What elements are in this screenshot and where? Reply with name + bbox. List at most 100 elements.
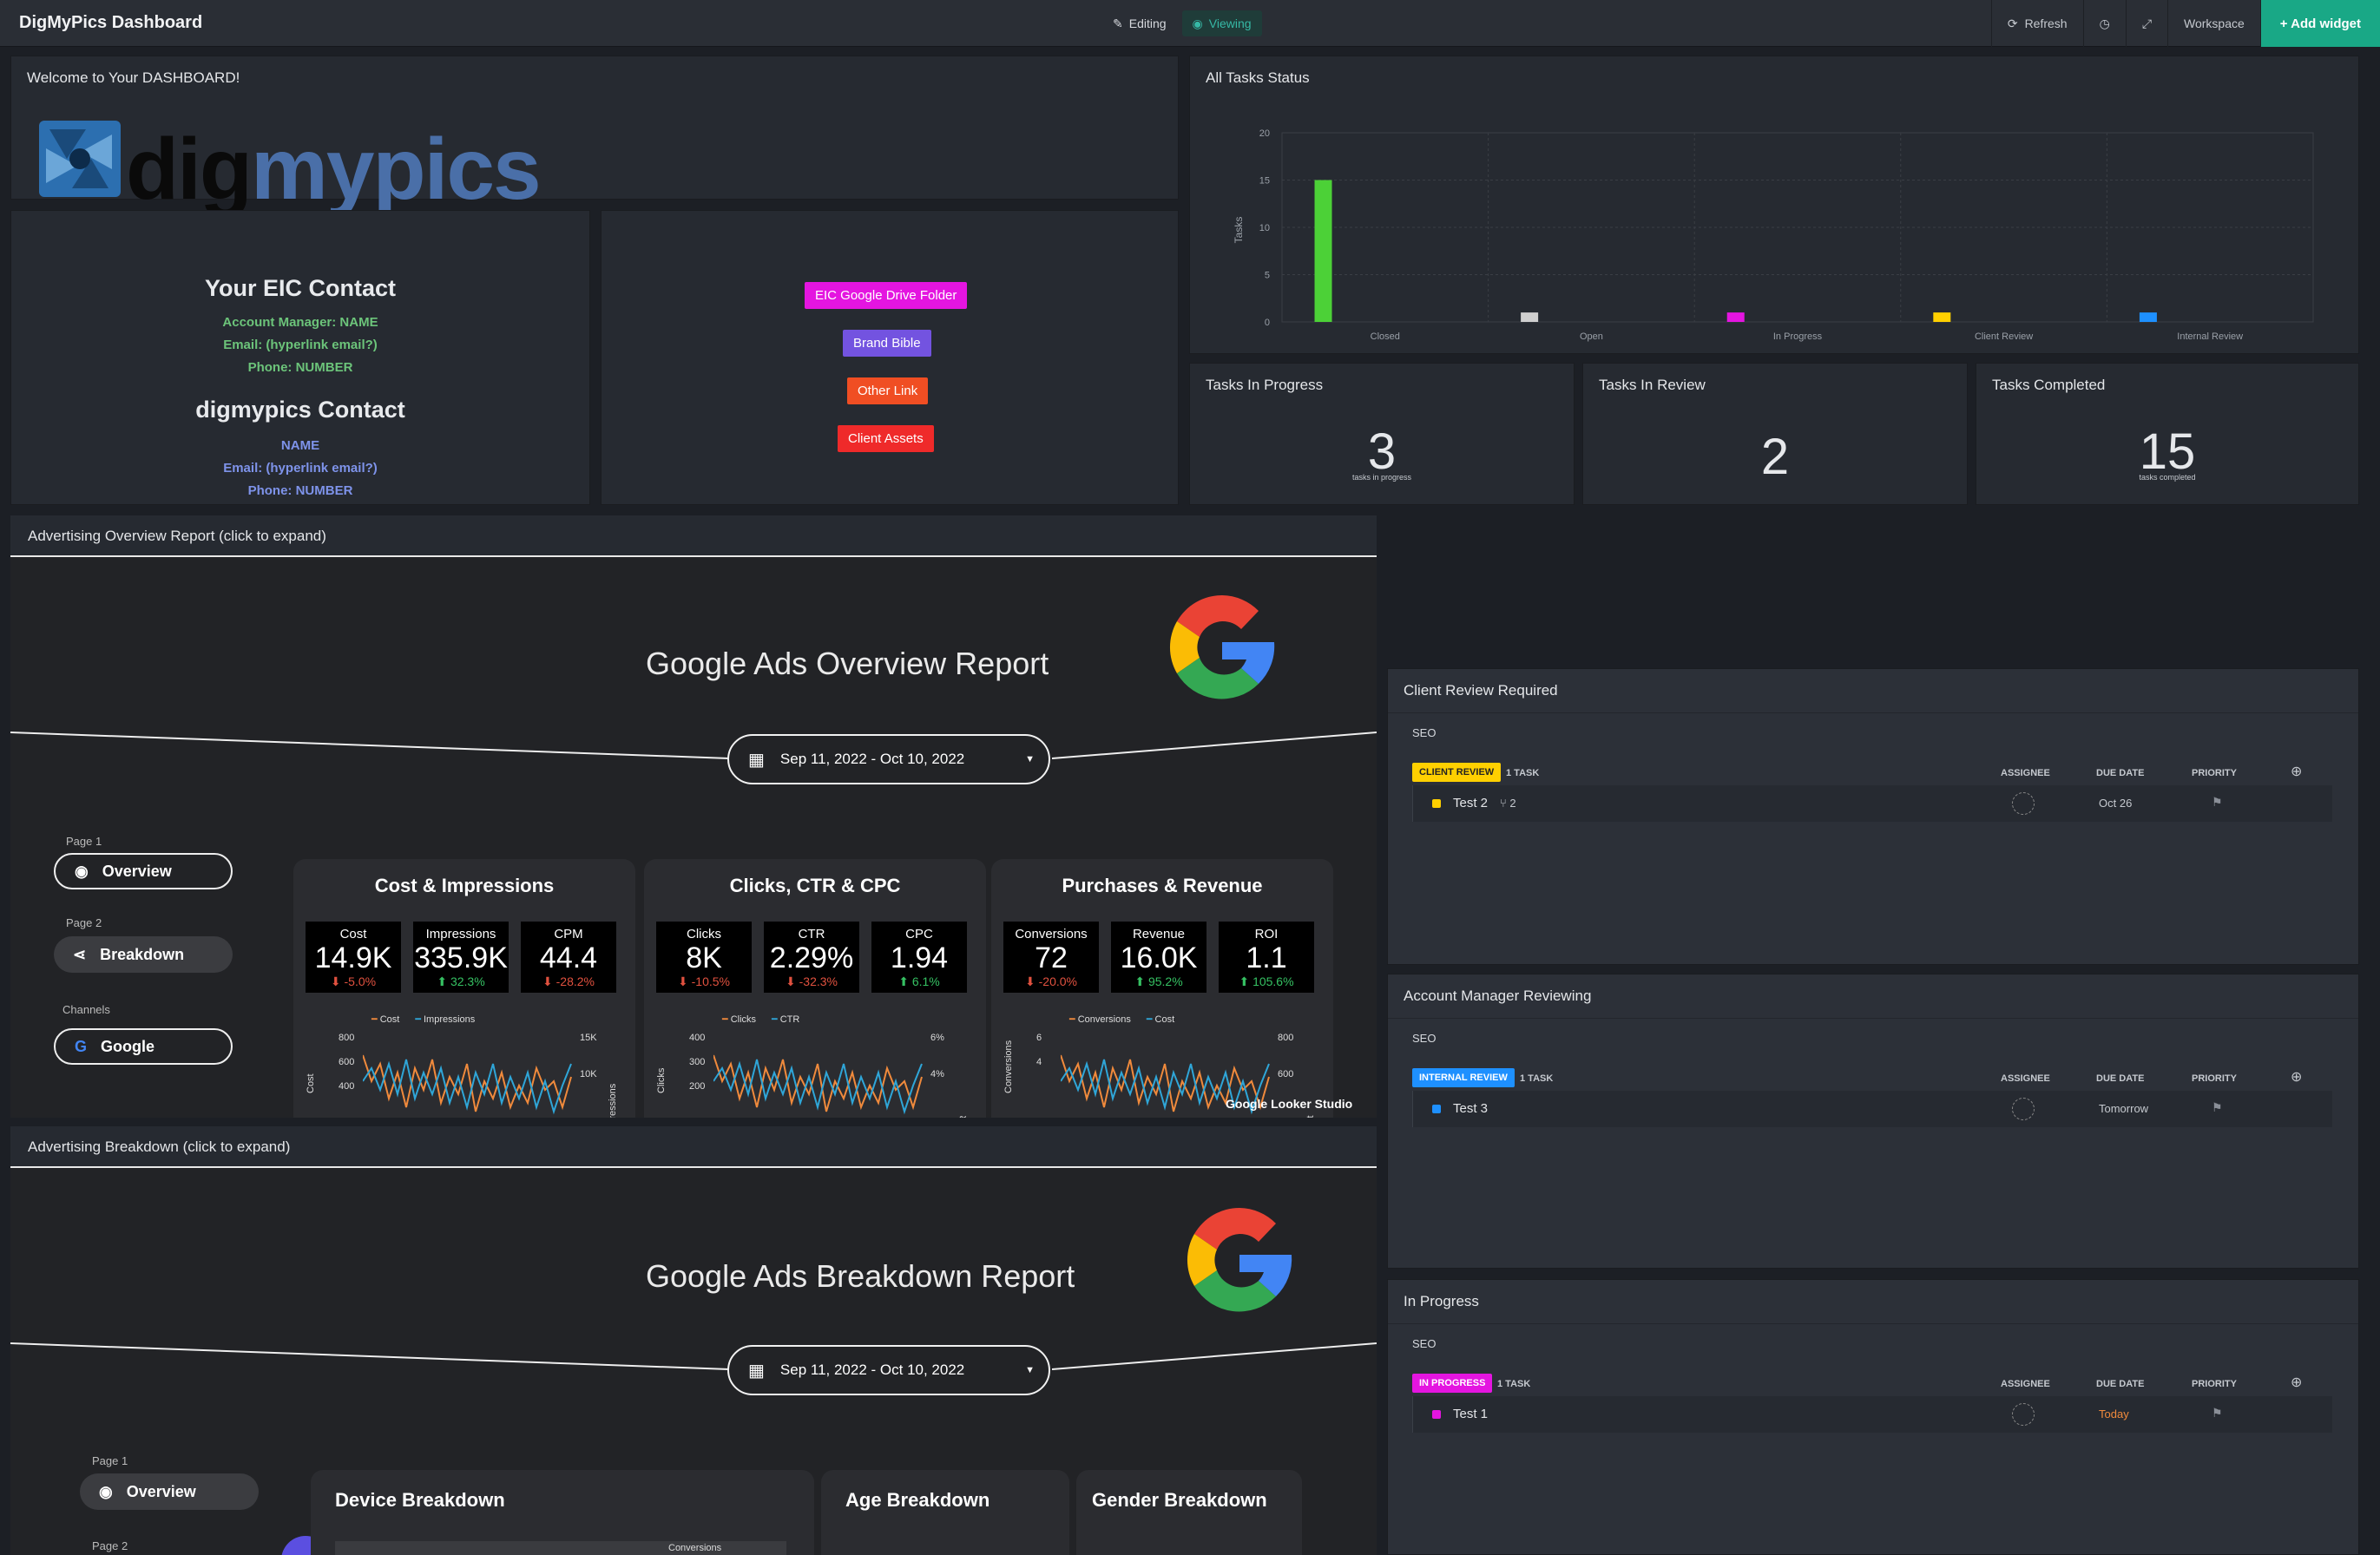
add-column-icon[interactable]: ⊕ bbox=[2291, 763, 2302, 780]
legend-label: Conversions bbox=[1077, 1014, 1131, 1025]
subtasks-indicator[interactable]: ⑂ 2 bbox=[1500, 797, 1516, 810]
status-badge[interactable]: IN PROGRESS bbox=[1412, 1374, 1493, 1393]
task-row[interactable]: Test 2 ⑂ 2 Oct 26 ⚑ bbox=[1412, 785, 2332, 822]
kpi-label: Clicks bbox=[687, 927, 721, 942]
other-link[interactable]: Other Link bbox=[847, 377, 929, 404]
arrow-up-icon: ⬆ bbox=[898, 974, 909, 988]
nav-overview-button[interactable]: ◉ Overview bbox=[80, 1473, 259, 1510]
device-table-header: Conversions bbox=[335, 1541, 786, 1555]
kpi-delta: ⬇ -10.5% bbox=[656, 974, 752, 989]
assignee-avatar-icon[interactable] bbox=[2012, 1403, 2035, 1426]
stat-title: Tasks In Review bbox=[1599, 377, 1706, 393]
due-date[interactable]: Oct 26 bbox=[2099, 797, 2132, 810]
eic-phone: Phone: NUMBER bbox=[247, 360, 353, 375]
kpi-value: 72 bbox=[1035, 942, 1068, 974]
nav-overview-label: Overview bbox=[102, 862, 172, 880]
task-name[interactable]: Test 2 bbox=[1453, 796, 1488, 810]
workspace-button[interactable]: Workspace bbox=[2167, 0, 2260, 47]
tasks-status-panel: All Tasks Status 0 5 10 15 20 Tasks Closed Open… bbox=[1189, 56, 2359, 354]
kpi-delta: ⬇ -32.3% bbox=[764, 974, 859, 989]
kpi-value: 44.4 bbox=[539, 942, 598, 974]
channel-google-button[interactable]: G Google bbox=[54, 1028, 233, 1065]
priority-flag-icon[interactable]: ⚑ bbox=[2212, 795, 2223, 810]
purchases-revenue-card: Purchases & Revenue Conversions 72 ⬇ -20.0%… bbox=[991, 859, 1333, 1118]
client-assets-link[interactable]: Client Assets bbox=[838, 425, 934, 452]
y-tick-label: 200 bbox=[689, 1081, 706, 1092]
add-widget-button[interactable]: + Add widget bbox=[2259, 0, 2380, 47]
eic-email-link[interactable]: Email: (hyperlink email?) bbox=[11, 334, 589, 357]
share-icon: ⋖ bbox=[73, 945, 87, 963]
clock-icon: ◷ bbox=[2099, 16, 2110, 30]
x-tick-label: Closed bbox=[1371, 331, 1400, 342]
kpi-value: 1.94 bbox=[890, 942, 949, 974]
refresh-button[interactable]: ⟳ Refresh bbox=[1990, 0, 2083, 47]
fullscreen-button[interactable]: ⤢ bbox=[2125, 0, 2167, 47]
page1-label: Page 1 bbox=[66, 835, 102, 848]
legend-label: Impressions bbox=[424, 1014, 476, 1025]
panel-title: In Progress bbox=[1404, 1293, 1479, 1309]
task-name[interactable]: Test 1 bbox=[1453, 1407, 1488, 1421]
google-logo-icon bbox=[1169, 595, 1275, 699]
assignee-avatar-icon[interactable] bbox=[2012, 1098, 2035, 1120]
task-row[interactable]: Test 1 Today ⚑ bbox=[1412, 1396, 2332, 1433]
dmp-email-link[interactable]: Email: (hyperlink email?) bbox=[11, 457, 589, 480]
brand-bible-link[interactable]: Brand Bible bbox=[843, 330, 931, 357]
priority-flag-icon[interactable]: ⚑ bbox=[2212, 1406, 2223, 1420]
date-range-picker[interactable]: ▦ Sep 11, 2022 - Oct 10, 2022 ▼ bbox=[727, 734, 1050, 784]
subtask-count: 2 bbox=[1509, 797, 1516, 810]
gender-breakdown-title: Gender Breakdown bbox=[1092, 1489, 1267, 1511]
task-name[interactable]: Test 3 bbox=[1453, 1101, 1488, 1116]
kpi-delta-value: -20.0% bbox=[1038, 974, 1077, 988]
status-square-icon bbox=[1432, 1105, 1441, 1113]
app-title: DigMyPics Dashboard bbox=[19, 13, 203, 32]
dmp-phone: Phone: NUMBER bbox=[247, 483, 353, 498]
kpi-value: 16.0K bbox=[1120, 942, 1198, 974]
breakdown-report-panel[interactable]: Advertising Breakdown (click to expand) … bbox=[10, 1126, 1377, 1555]
bar-open bbox=[1521, 312, 1539, 322]
history-button[interactable]: ◷ bbox=[2082, 0, 2126, 47]
viewing-button[interactable]: ◉ Viewing bbox=[1181, 10, 1262, 36]
add-column-icon[interactable]: ⊕ bbox=[2291, 1068, 2302, 1086]
task-row[interactable]: Test 3 Tomorrow ⚑ bbox=[1412, 1091, 2332, 1127]
kpi-label: CPC bbox=[905, 927, 933, 942]
date-range-picker[interactable]: ▦ Sep 11, 2022 - Oct 10, 2022 ▼ bbox=[727, 1345, 1050, 1395]
drive-folder-link[interactable]: EIC Google Drive Folder bbox=[805, 282, 968, 309]
y-tick-label: 300 bbox=[689, 1057, 706, 1067]
expand-icon: ⤢ bbox=[2141, 16, 2153, 30]
legend-item: ━ Conversions bbox=[1069, 1014, 1131, 1025]
kpi-delta: ⬇ -5.0% bbox=[306, 974, 401, 989]
priority-flag-icon[interactable]: ⚑ bbox=[2212, 1100, 2223, 1115]
links-panel: EIC Google Drive Folder Brand Bible Othe… bbox=[601, 210, 1179, 505]
stat-value: 15 bbox=[2139, 423, 2196, 480]
pencil-icon: ✎ bbox=[1113, 16, 1123, 30]
assignee-column-header: ASSIGNEE bbox=[2001, 1379, 2050, 1389]
legend-item: ━ Clicks bbox=[722, 1014, 757, 1025]
overview-report-panel[interactable]: Advertising Overview Report (click to ex… bbox=[10, 515, 1377, 1118]
due-date-column-header: DUE DATE bbox=[2096, 1379, 2145, 1389]
kpi-value: 14.9K bbox=[314, 942, 392, 974]
divider bbox=[1388, 712, 2358, 713]
nav-overview-button[interactable]: ◉ Overview bbox=[54, 853, 233, 889]
refresh-icon: ⟳ bbox=[2007, 16, 2018, 30]
nav-breakdown-button[interactable]: ⋖ Breakdown bbox=[54, 936, 233, 973]
status-badge[interactable]: CLIENT REVIEW bbox=[1412, 763, 1502, 782]
kpi-value: 8K bbox=[686, 942, 722, 974]
assignee-avatar-icon[interactable] bbox=[2012, 792, 2035, 815]
kpi-delta: ⬇ -20.0% bbox=[1003, 974, 1099, 989]
device-breakdown-title: Device Breakdown bbox=[335, 1489, 505, 1511]
kpi-value: 2.29% bbox=[769, 942, 854, 974]
stat-completed: Tasks Completed 15 tasks completed bbox=[1976, 363, 2359, 505]
due-date[interactable]: Tomorrow bbox=[2099, 1102, 2148, 1115]
editing-button[interactable]: ✎ Editing bbox=[1102, 10, 1177, 36]
dmp-contact-lines: NAME Email: (hyperlink email?) Phone: NU… bbox=[11, 435, 589, 502]
bar-client-review bbox=[1933, 312, 1951, 322]
add-column-icon[interactable]: ⊕ bbox=[2291, 1374, 2302, 1391]
kpi-delta-value: 105.6% bbox=[1252, 974, 1294, 988]
divider bbox=[1388, 1018, 2358, 1019]
status-badge[interactable]: INTERNAL REVIEW bbox=[1412, 1068, 1515, 1087]
stat-value: 3 bbox=[1367, 423, 1397, 480]
eye-icon: ◉ bbox=[75, 862, 89, 880]
priority-column-header: PRIORITY bbox=[2192, 1073, 2237, 1084]
due-date[interactable]: Today bbox=[2099, 1407, 2129, 1420]
task-count: 1 TASK bbox=[1506, 768, 1540, 778]
